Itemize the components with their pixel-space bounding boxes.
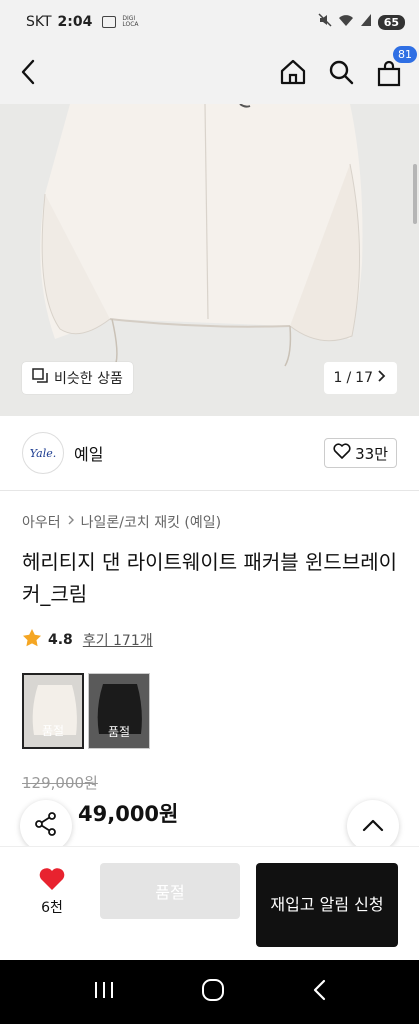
back-icon[interactable] bbox=[16, 58, 40, 90]
page-separator: / bbox=[346, 370, 352, 386]
chevron-right-icon bbox=[377, 369, 387, 387]
page-total: 17 bbox=[355, 370, 373, 386]
share-button[interactable] bbox=[20, 800, 72, 852]
carrier-label: SKT bbox=[26, 14, 52, 30]
original-price: 129,000원 bbox=[22, 774, 98, 792]
signal-icon bbox=[360, 13, 372, 31]
share-icon bbox=[33, 811, 59, 841]
product-image-gallery[interactable]: 비슷한 상품 1 / 17 bbox=[0, 104, 419, 416]
scroll-top-button[interactable] bbox=[347, 800, 399, 852]
brand-like-button[interactable]: 33만 bbox=[324, 438, 397, 468]
heart-filled-icon bbox=[38, 868, 66, 895]
brand-name[interactable]: 예일 bbox=[74, 441, 103, 465]
wishlist-button[interactable]: 6천 bbox=[22, 867, 82, 917]
mute-icon bbox=[318, 13, 332, 31]
battery-indicator: 65 bbox=[377, 14, 405, 30]
reviews-link[interactable]: 후기 171개 bbox=[83, 630, 153, 650]
digi-loca-label: DIGI LOCA bbox=[122, 15, 139, 28]
brand-row: Yale. 예일 33만 bbox=[0, 430, 419, 476]
sale-price: 49,000원 bbox=[78, 802, 179, 826]
search-icon[interactable] bbox=[327, 58, 355, 90]
similar-products-button[interactable]: 비슷한 상품 bbox=[22, 362, 133, 394]
divider bbox=[0, 490, 419, 491]
product-title: 헤리티지 댄 라이트웨이트 패커블 윈드브레이커_크림 bbox=[22, 550, 398, 606]
heart-outline-icon bbox=[333, 443, 351, 463]
home-icon[interactable] bbox=[279, 58, 307, 90]
brand-like-count: 33만 bbox=[355, 444, 388, 463]
option-soldout-label: 품절 bbox=[107, 725, 131, 739]
breadcrumb-item[interactable]: 나일론/코치 재킷 (예일) bbox=[81, 512, 221, 532]
status-bar: SKT 2:04 DIGI LOCA 65 bbox=[0, 0, 419, 44]
color-option-cream[interactable]: 품절 bbox=[22, 673, 84, 749]
chevron-right-icon bbox=[67, 514, 75, 530]
cart-count-badge: 81 bbox=[393, 46, 417, 63]
similar-icon bbox=[32, 368, 48, 388]
screenshot-icon bbox=[102, 16, 117, 28]
star-icon bbox=[22, 628, 42, 652]
wishlist-count: 6천 bbox=[41, 900, 63, 916]
brand-logo-text: Yale. bbox=[29, 446, 57, 460]
recent-apps-icon[interactable] bbox=[93, 980, 115, 1004]
restock-alert-button[interactable]: 재입고 알림 신청 bbox=[256, 863, 398, 947]
wifi-icon bbox=[338, 13, 354, 31]
home-button-icon[interactable] bbox=[201, 978, 225, 1006]
option-soldout-label: 품절 bbox=[41, 724, 65, 738]
brand-logo[interactable]: Yale. bbox=[22, 432, 64, 474]
rating-score: 4.8 bbox=[48, 632, 73, 648]
back-nav-icon[interactable] bbox=[312, 979, 326, 1005]
similar-products-label: 비슷한 상품 bbox=[54, 371, 123, 387]
breadcrumb-item[interactable]: 아우터 bbox=[22, 512, 61, 532]
system-navigation-bar bbox=[0, 960, 419, 1024]
shopping-bag-icon bbox=[377, 60, 401, 87]
image-page-counter[interactable]: 1 / 17 bbox=[323, 362, 397, 394]
color-options: 품절 품절 bbox=[22, 673, 150, 749]
chevron-up-icon bbox=[362, 817, 384, 836]
page-current: 1 bbox=[333, 370, 343, 386]
color-option-black[interactable]: 품절 bbox=[88, 673, 150, 749]
breadcrumb: 아우터 나일론/코치 재킷 (예일) bbox=[22, 512, 221, 532]
soldout-button[interactable]: 품절 bbox=[100, 863, 240, 919]
purchase-bar: 6천 품절 재입고 알림 신청 bbox=[0, 846, 419, 960]
scroll-indicator bbox=[413, 164, 417, 224]
clock: 2:04 bbox=[57, 14, 93, 30]
top-navigation: 81 bbox=[0, 44, 419, 104]
cart-button[interactable]: 81 bbox=[375, 46, 417, 88]
rating-row: 4.8 후기 171개 bbox=[22, 628, 153, 652]
